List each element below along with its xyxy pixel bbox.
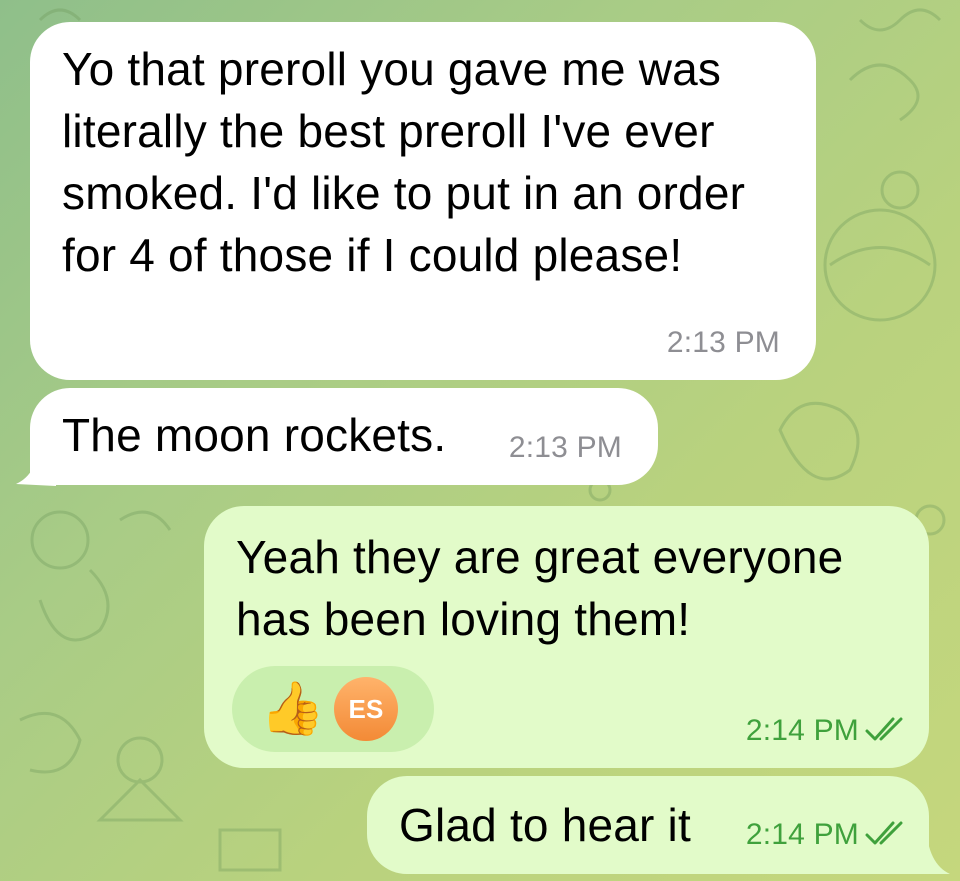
read-checkmarks-icon bbox=[865, 717, 903, 741]
message-time: 2:14 PM bbox=[745, 714, 859, 747]
message-time: 2:14 PM bbox=[745, 818, 859, 851]
thumbs-up-icon: 👍 bbox=[260, 679, 325, 739]
message-time: 2:13 PM bbox=[508, 431, 622, 464]
incoming-message[interactable]: The moon rockets. 2:13 PM bbox=[30, 388, 658, 485]
read-checkmarks-icon bbox=[865, 821, 903, 845]
incoming-message[interactable]: Yo that preroll you gave me was literall… bbox=[30, 22, 816, 380]
message-text: Yeah they are great everyone has been lo… bbox=[236, 531, 844, 645]
outgoing-message[interactable]: Glad to hear it 2:14 PM bbox=[367, 776, 929, 874]
message-time: 2:13 PM bbox=[666, 326, 780, 359]
avatar: ES bbox=[334, 677, 398, 741]
outgoing-message[interactable]: Yeah they are great everyone has been lo… bbox=[204, 506, 929, 768]
reaction-chip[interactable]: 👍 ES bbox=[232, 666, 434, 752]
message-text: Yo that preroll you gave me was literall… bbox=[62, 43, 746, 281]
